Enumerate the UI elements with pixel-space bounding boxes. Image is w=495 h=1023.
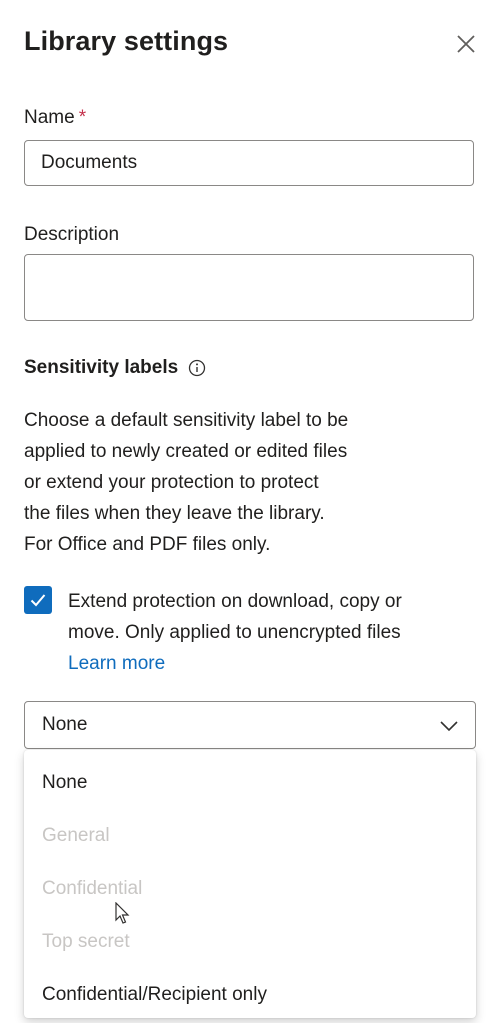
close-icon[interactable] [452, 30, 480, 58]
dropdown-option-confidential-recipient-only[interactable]: Confidential/Recipient only [42, 984, 267, 1006]
description-input[interactable] [24, 254, 474, 321]
dropdown-option-confidential: Confidential [42, 878, 143, 899]
dropdown-option-none[interactable]: None [42, 772, 87, 794]
sensitivity-description: Choose a default sensitivity label to be… [24, 405, 464, 560]
name-label: Name * [24, 107, 86, 129]
name-label-text: Name [24, 107, 75, 128]
sensitivity-label-dropdown[interactable]: None [24, 701, 476, 749]
checkmark-icon [30, 594, 46, 607]
description-line: Choose a default sensitivity label to be [24, 410, 349, 431]
chevron-up-icon [440, 721, 458, 732]
description-line: For Office and PDF files only. [24, 534, 271, 555]
dropdown-option-general: General [42, 825, 110, 846]
dropdown-option-top-secret: Top secret [42, 931, 130, 952]
dropdown-menu: None General Confidential Top secret Con… [24, 750, 476, 1018]
extend-protection-line: Extend protection on download, copy or [68, 591, 402, 612]
library-settings-panel: Library settings Name* Description Sensi… [0, 0, 495, 1023]
description-label: Description [24, 224, 120, 245]
sensitivity-heading-text: Sensitivity labels [24, 357, 179, 378]
info-icon[interactable] [188, 359, 206, 377]
description-line: or extend your protection to protect [24, 472, 319, 493]
description-line: the files when they leave the library. [24, 503, 325, 524]
panel-title: Library settings [24, 26, 229, 56]
mouse-cursor-icon [115, 902, 130, 924]
extend-protection-label: Extend protection on download, copy or m… [68, 586, 488, 648]
extend-protection-checkbox[interactable] [24, 586, 52, 614]
required-marker: * [78, 107, 87, 128]
dropdown-selected-value: None [42, 714, 88, 735]
description-line: applied to newly created or edited files [24, 441, 348, 462]
name-input[interactable] [24, 140, 474, 186]
sensitivity-heading: Sensitivity labels [24, 357, 206, 379]
extend-protection-line: move. Only applied to unencrypted files [68, 622, 401, 643]
learn-more-link[interactable]: Learn more [68, 648, 165, 679]
